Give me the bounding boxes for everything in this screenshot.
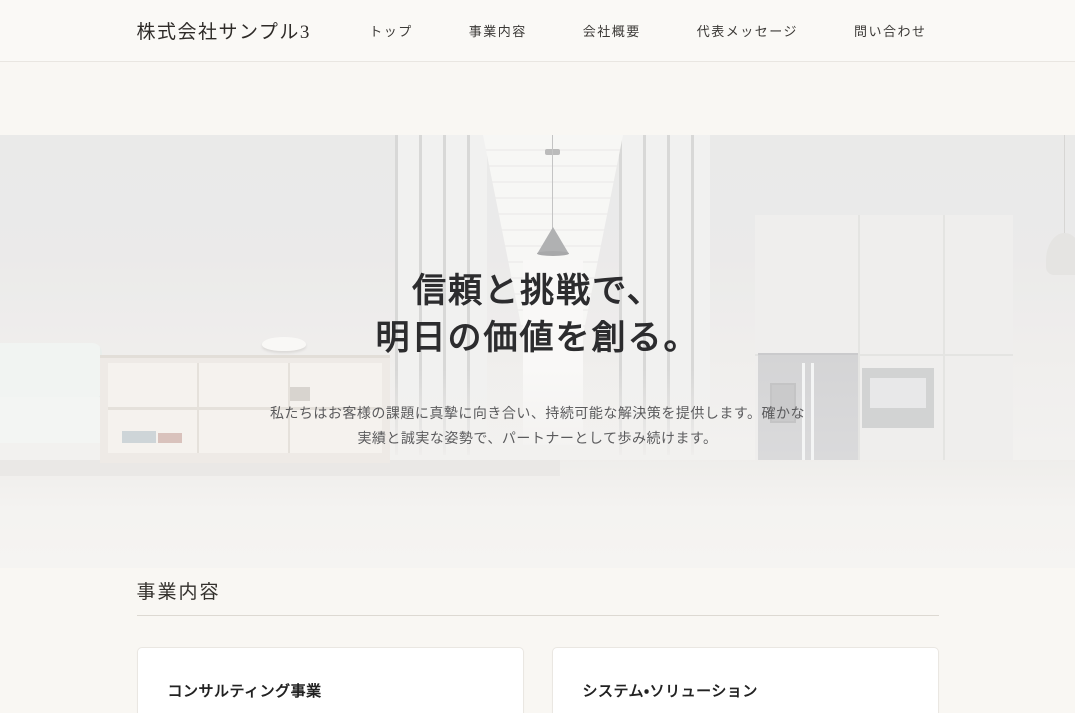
hero-headline: 信頼と挑戦で、明日の価値を創る。	[0, 269, 1075, 363]
main-nav: トップ 事業内容 会社概要 代表メッセージ 問い合わせ	[369, 21, 938, 40]
hero-content: 信頼と挑戦で、明日の価値を創る。 私たちはお客様の課題に真摯に向き合い、持続可能…	[0, 135, 1075, 568]
business-section: 事業内容 コンサルティング事業 経営戦略・業務改革・人材育成など、企業の成長を支…	[137, 568, 939, 713]
card-title: コンサルティング事業	[168, 680, 493, 701]
nav-item-business[interactable]: 事業内容	[469, 21, 527, 40]
nav-item-contact[interactable]: 問い合わせ	[854, 21, 927, 40]
page: 株式会社サンプル3 トップ 事業内容 会社概要 代表メッセージ 問い合わせ	[0, 0, 1075, 713]
section-title-business: 事業内容	[137, 577, 939, 616]
business-card-system: システム・ソリューション 業務効率化やデジタル化に必要なシステム設計・開発・	[552, 647, 939, 713]
hero-headline-line2: 明日の価値を創る。	[376, 320, 700, 357]
header-spacer	[0, 62, 1075, 135]
hero-section: 信頼と挑戦で、明日の価値を創る。 私たちはお客様の課題に真摯に向き合い、持続可能…	[0, 135, 1075, 568]
business-card-consulting: コンサルティング事業 経営戦略・業務改革・人材育成など、企業の成長を支え	[137, 647, 524, 713]
card-title: システム・ソリューション	[583, 680, 908, 701]
nav-item-top[interactable]: トップ	[369, 21, 413, 40]
hero-description: 私たちはお客様の課題に真摯に向き合い、持続可能な解決策を提供します。確かな実績と…	[265, 401, 810, 451]
business-cards: コンサルティング事業 経営戦略・業務改革・人材育成など、企業の成長を支え システ…	[137, 647, 939, 713]
header-inner: 株式会社サンプル3 トップ 事業内容 会社概要 代表メッセージ 問い合わせ	[137, 17, 939, 44]
site-header: 株式会社サンプル3 トップ 事業内容 会社概要 代表メッセージ 問い合わせ	[0, 0, 1075, 62]
nav-item-message[interactable]: 代表メッセージ	[697, 21, 798, 40]
hero-headline-line1: 信頼と挑戦で、	[412, 273, 663, 310]
site-logo[interactable]: 株式会社サンプル3	[137, 17, 311, 44]
nav-item-company[interactable]: 会社概要	[583, 21, 641, 40]
